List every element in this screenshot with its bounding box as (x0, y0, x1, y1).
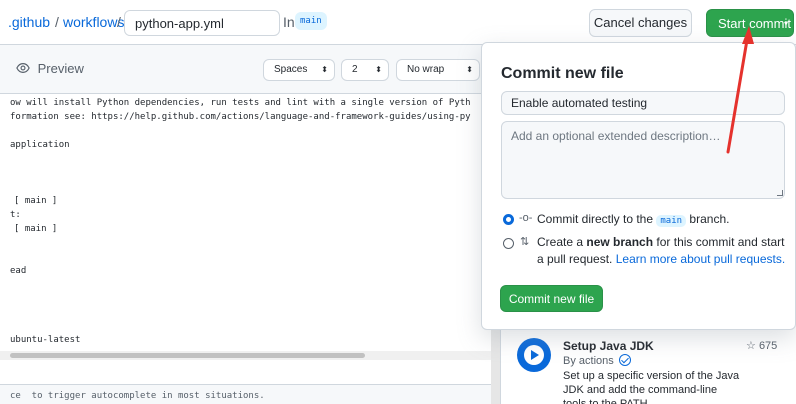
option-new-prefix: Create a (537, 235, 584, 249)
action-by-label: By actions (563, 355, 614, 367)
git-commit-icon: -o- (519, 212, 533, 224)
action-publisher: By actions (563, 354, 631, 367)
option-new-branch-label: Create a new branch for this commit and … (537, 234, 787, 268)
select-arrows-icon: ⬍ (375, 65, 382, 74)
code-line: ubuntu-latest (10, 335, 81, 345)
code-line: ead (10, 266, 27, 276)
code-line: formation see: https://help.github.com/a… (10, 112, 471, 122)
tab-preview-label: Preview (37, 61, 84, 76)
indent-mode-value: Spaces (274, 64, 308, 75)
code-editor[interactable]: ow will install Python dependencies, run… (0, 94, 500, 384)
option-direct-suffix: branch. (689, 212, 730, 226)
star-count: ☆ 675 (746, 339, 777, 352)
start-commit-label: Start commit (718, 16, 791, 31)
code-line: ow will install Python dependencies, run… (10, 98, 471, 108)
top-bar: .github / workflows / In main Cancel cha… (0, 0, 796, 44)
commit-description-textarea[interactable] (501, 121, 785, 199)
breadcrumb-github[interactable]: .github (8, 14, 50, 30)
breadcrumb-separator: / (55, 14, 59, 30)
eye-icon (16, 63, 30, 73)
code-line: t: (10, 210, 21, 220)
breadcrumb-separator: / (117, 14, 121, 30)
wrap-mode-select[interactable]: No wrap ⬍ (396, 59, 480, 81)
option-new-bold: new branch (586, 235, 654, 249)
commit-summary-input[interactable] (501, 91, 785, 115)
branch-badge: main (295, 12, 327, 30)
option-direct-branch: main (656, 215, 687, 227)
wrap-mode-value: No wrap (407, 64, 445, 75)
commit-panel: Commit new file -o- Commit directly to t… (481, 42, 796, 330)
code-line: [ main ] (14, 196, 58, 206)
star-count-value: 675 (758, 340, 778, 352)
breadcrumb-workflows[interactable]: workflows (63, 14, 124, 30)
option-direct-prefix: Commit directly to the (537, 212, 654, 226)
code-line: application (10, 140, 70, 150)
learn-more-link[interactable]: Learn more about pull requests. (616, 252, 785, 266)
star-icon: ☆ (746, 340, 756, 352)
filename-input[interactable] (124, 10, 280, 36)
tab-preview[interactable]: Preview (16, 61, 84, 76)
editor-hint: ce to trigger autocomplete in most situa… (0, 384, 500, 404)
cancel-changes-button[interactable]: Cancel changes (589, 9, 692, 37)
scrollbar-thumb[interactable] (10, 353, 365, 358)
start-commit-button[interactable]: Start commit ▾ (706, 9, 794, 37)
action-title[interactable]: Setup Java JDK (563, 339, 654, 353)
indent-mode-select[interactable]: Spaces ⬍ (263, 59, 335, 81)
select-arrows-icon: ⬍ (321, 65, 328, 74)
resize-handle-icon[interactable] (777, 190, 783, 196)
radio-new-branch[interactable] (503, 238, 514, 249)
radio-commit-directly[interactable] (503, 214, 514, 225)
code-line: [ main ] (14, 224, 58, 234)
verified-check-icon (618, 354, 631, 366)
git-pull-request-icon: ⇅ (520, 236, 530, 248)
in-label: In (283, 14, 295, 30)
select-arrows-icon: ⬍ (466, 65, 473, 74)
panel-title: Commit new file (501, 65, 624, 82)
action-description: Set up a specific version of the Java JD… (563, 370, 740, 404)
indent-size-select[interactable]: 2 ⬍ (341, 59, 389, 81)
indent-size-value: 2 (352, 64, 358, 75)
commit-new-file-button[interactable]: Commit new file (500, 285, 603, 312)
option-commit-directly-label: Commit directly to the main branch. (537, 211, 729, 230)
caret-down-icon: ▾ (783, 19, 788, 28)
setup-java-logo-icon (517, 338, 551, 372)
